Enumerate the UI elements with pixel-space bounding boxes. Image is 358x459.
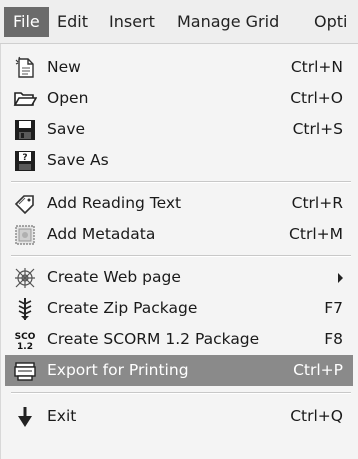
menu-item-label: Exit [47, 407, 77, 425]
menu-bar: File Edit Insert Manage Grid Opti [0, 0, 358, 44]
menu-file[interactable]: File [4, 7, 49, 37]
floppy-disk-icon [13, 118, 37, 142]
menu-item-create-web-page[interactable]: Create Web page [1, 262, 353, 293]
printer-icon [13, 359, 37, 383]
menu-item-label: Add Metadata [47, 225, 156, 243]
menu-separator [11, 255, 351, 257]
menu-manage-grid[interactable]: Manage Grid [168, 7, 288, 37]
submenu-arrow-icon [338, 273, 343, 283]
new-document-icon [13, 56, 37, 80]
zip-package-icon [13, 297, 37, 321]
shortcut-text: Ctrl+R [291, 194, 343, 212]
exit-arrow-icon [13, 405, 37, 429]
menu-item-open[interactable]: Open Ctrl+O [1, 83, 353, 114]
shortcut-text: Ctrl+M [289, 225, 343, 243]
open-folder-icon [13, 87, 37, 111]
shortcut-text: Ctrl+Q [290, 407, 343, 425]
file-menu-dropdown: New Ctrl+N Open Ctrl+O Save Ctrl+S ? Sav… [0, 44, 358, 459]
menu-item-export-for-printing[interactable]: Export for Printing Ctrl+P [5, 355, 353, 386]
menu-item-add-reading-text[interactable]: Add Reading Text Ctrl+R [1, 188, 353, 219]
floppy-disk-question-icon: ? [13, 149, 37, 173]
menu-edit[interactable]: Edit [48, 7, 97, 37]
menu-item-label: Open [47, 89, 89, 107]
menu-item-create-scorm-package[interactable]: SCO 1.2 Create SCORM 1.2 Package F8 [1, 324, 353, 355]
menu-separator [11, 392, 351, 394]
shortcut-text: Ctrl+P [293, 361, 343, 379]
menu-item-label: Add Reading Text [47, 194, 182, 212]
shortcut-text: Ctrl+S [292, 120, 343, 138]
menu-item-label: Create Zip Package [47, 299, 198, 317]
svg-text:?: ? [22, 153, 27, 163]
menu-separator [11, 181, 351, 183]
shortcut-text: Ctrl+N [290, 58, 343, 76]
menu-item-save-as[interactable]: ? Save As [1, 145, 353, 176]
menu-item-label: Export for Printing [47, 361, 189, 379]
scorm-package-icon: SCO 1.2 [13, 328, 37, 352]
shortcut-text: F7 [324, 299, 343, 317]
tag-icon [13, 192, 37, 216]
menu-item-add-metadata[interactable]: Add Metadata Ctrl+M [1, 219, 353, 250]
svg-text:1.2: 1.2 [17, 342, 33, 352]
metadata-icon [13, 223, 37, 247]
menu-item-label: New [47, 58, 81, 76]
svg-text:SCO: SCO [15, 332, 36, 342]
menu-item-label: Save As [47, 151, 109, 169]
menu-item-exit[interactable]: Exit Ctrl+Q [1, 401, 353, 432]
menu-item-new[interactable]: New Ctrl+N [1, 52, 353, 83]
menu-item-label: Create Web page [47, 268, 181, 286]
menu-item-save[interactable]: Save Ctrl+S [1, 114, 353, 145]
menu-item-label: Create SCORM 1.2 Package [47, 330, 260, 348]
web-page-icon [13, 266, 37, 290]
menu-item-create-zip-package[interactable]: Create Zip Package F7 [1, 293, 353, 324]
menu-options[interactable]: Opti [305, 7, 356, 37]
menu-insert[interactable]: Insert [100, 7, 164, 37]
shortcut-text: F8 [324, 330, 343, 348]
menu-item-label: Save [47, 120, 86, 138]
shortcut-text: Ctrl+O [290, 89, 343, 107]
